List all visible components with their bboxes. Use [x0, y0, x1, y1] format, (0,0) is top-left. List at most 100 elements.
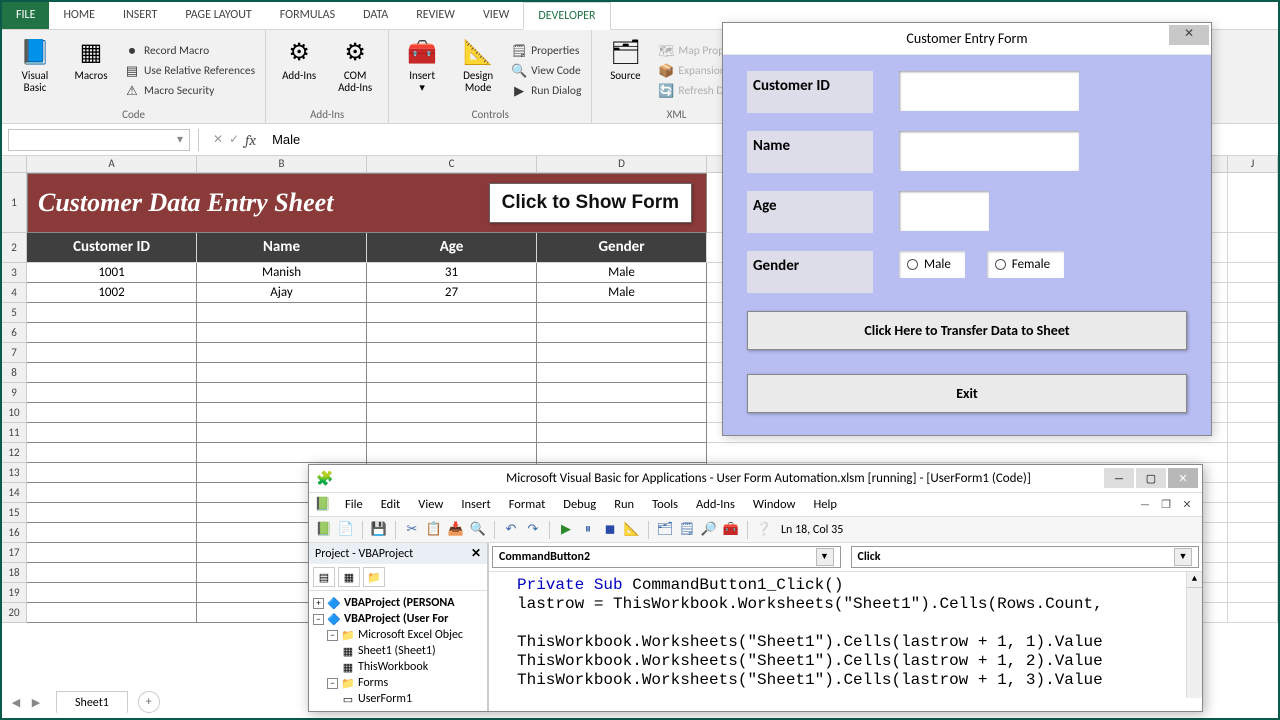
fx-icon[interactable]: fx: [245, 131, 256, 149]
th-name[interactable]: Name: [197, 233, 367, 263]
cell-blank[interactable]: [1228, 463, 1278, 483]
cell-blank[interactable]: [1228, 233, 1278, 263]
cell-blank[interactable]: [197, 303, 367, 323]
cell-blank[interactable]: [27, 443, 197, 463]
cell-blank[interactable]: [537, 403, 707, 423]
toggle-folders-icon[interactable]: 📁: [363, 567, 385, 587]
vba-menu-tools[interactable]: Tools: [644, 494, 686, 515]
cell-blank[interactable]: [537, 423, 707, 443]
insert-control-button[interactable]: 🧰 Insert▾: [397, 34, 447, 108]
cell-blank[interactable]: [1228, 543, 1278, 563]
tree-project-userform[interactable]: VBAProject (User For: [344, 612, 448, 626]
design-icon[interactable]: 📐: [623, 521, 641, 539]
rowhead-16[interactable]: 16: [2, 523, 27, 543]
cell-blank[interactable]: [1228, 303, 1278, 323]
rowhead-19[interactable]: 19: [2, 583, 27, 603]
vba-menu-addins[interactable]: Add-Ins: [688, 494, 743, 515]
cell-name[interactable]: Manish: [197, 263, 367, 283]
project-explorer-icon[interactable]: 🗂: [656, 521, 674, 539]
cell-blank[interactable]: [27, 483, 197, 503]
cell-blank[interactable]: [27, 423, 197, 443]
vba-menu-run[interactable]: Run: [606, 494, 642, 515]
cell-blank[interactable]: [1228, 583, 1278, 603]
cell-blank[interactable]: [537, 363, 707, 383]
cell-blank[interactable]: [197, 423, 367, 443]
cell-blank[interactable]: [27, 563, 197, 583]
cell-age[interactable]: 31: [367, 263, 537, 283]
cell-blank[interactable]: [537, 383, 707, 403]
cell-blank[interactable]: [27, 523, 197, 543]
com-addins-button[interactable]: ⚙ COM Add-Ins: [330, 34, 380, 108]
rowhead-13[interactable]: 13: [2, 463, 27, 483]
tree-folder-forms[interactable]: Forms: [358, 676, 388, 690]
cell-name[interactable]: Ajay: [197, 283, 367, 303]
cell-blank[interactable]: [537, 303, 707, 323]
vba-menu-file[interactable]: File: [337, 494, 371, 515]
col-header-b[interactable]: B: [197, 156, 367, 173]
cell-blank[interactable]: [27, 303, 197, 323]
insert-module-icon[interactable]: 📄: [337, 521, 355, 539]
th-gender[interactable]: Gender: [537, 233, 707, 263]
cell-blank[interactable]: [1228, 173, 1278, 233]
cell-blank[interactable]: [367, 443, 537, 463]
cell-blank[interactable]: [537, 323, 707, 343]
cut-icon[interactable]: ✂: [403, 521, 421, 539]
input-age[interactable]: [899, 191, 989, 231]
cell-blank[interactable]: [197, 383, 367, 403]
col-header-d[interactable]: D: [537, 156, 707, 173]
cell-blank[interactable]: [197, 323, 367, 343]
col-header-j[interactable]: J: [1228, 156, 1278, 173]
cell-blank[interactable]: [367, 363, 537, 383]
cell-blank[interactable]: [1228, 363, 1278, 383]
properties-button[interactable]: 🗒Properties: [509, 42, 583, 60]
tab-view[interactable]: VIEW: [469, 2, 523, 29]
sheet-nav-left-icon[interactable]: ◀: [6, 692, 26, 712]
vba-menu-help[interactable]: Help: [805, 494, 844, 515]
tree-toggle-icon[interactable]: −: [327, 630, 338, 641]
cell-blank[interactable]: [27, 583, 197, 603]
vba-menu-format[interactable]: Format: [501, 494, 554, 515]
rowhead-4[interactable]: 4: [2, 283, 27, 303]
rowhead-7[interactable]: 7: [2, 343, 27, 363]
help-icon[interactable]: ❔: [755, 521, 773, 539]
find-icon[interactable]: 🔍: [469, 521, 487, 539]
cell-blank[interactable]: [367, 383, 537, 403]
excel-icon[interactable]: 📗: [315, 521, 333, 539]
input-name[interactable]: [899, 131, 1079, 171]
name-box[interactable]: ▾: [8, 129, 190, 151]
cell-blank[interactable]: [1228, 403, 1278, 423]
cell-blank[interactable]: [367, 423, 537, 443]
save-icon[interactable]: 💾: [370, 521, 388, 539]
run-dialog-button[interactable]: ▶Run Dialog: [509, 82, 583, 100]
object-browser-icon[interactable]: 🔎: [700, 521, 718, 539]
rowhead-6[interactable]: 6: [2, 323, 27, 343]
tab-review[interactable]: REVIEW: [402, 2, 469, 29]
cell-gender[interactable]: Male: [537, 263, 707, 283]
cell-blank[interactable]: [197, 363, 367, 383]
cell-blank[interactable]: [27, 343, 197, 363]
tree-project-personal[interactable]: VBAProject (PERSONA: [344, 596, 455, 610]
col-header-c[interactable]: C: [367, 156, 537, 173]
th-customer-id[interactable]: Customer ID: [27, 233, 197, 263]
tree-sheet1[interactable]: Sheet1 (Sheet1): [358, 644, 436, 658]
enter-formula-icon[interactable]: ✓: [229, 132, 239, 147]
toolbox-icon[interactable]: 🧰: [722, 521, 740, 539]
cell-blank[interactable]: [1228, 283, 1278, 303]
cell-blank[interactable]: [1228, 563, 1278, 583]
object-dropdown[interactable]: CommandButton2▼: [492, 546, 841, 568]
new-sheet-button[interactable]: +: [138, 691, 160, 713]
cell-blank[interactable]: [537, 443, 707, 463]
cell-blank[interactable]: [367, 403, 537, 423]
tab-page-layout[interactable]: PAGE LAYOUT: [171, 2, 265, 29]
sheet-tab-sheet1[interactable]: Sheet1: [56, 691, 128, 714]
cell-blank[interactable]: [367, 303, 537, 323]
run-icon[interactable]: ▶: [557, 521, 575, 539]
name-box-dropdown-icon[interactable]: ▾: [177, 132, 183, 147]
rowhead-17[interactable]: 17: [2, 543, 27, 563]
addins-button[interactable]: ⚙ Add-Ins: [274, 34, 324, 108]
undo-icon[interactable]: ↶: [502, 521, 520, 539]
radio-female[interactable]: Female: [987, 251, 1064, 278]
input-customer-id[interactable]: [899, 71, 1079, 111]
rowhead-18[interactable]: 18: [2, 563, 27, 583]
cell-customer-id[interactable]: 1002: [27, 283, 197, 303]
